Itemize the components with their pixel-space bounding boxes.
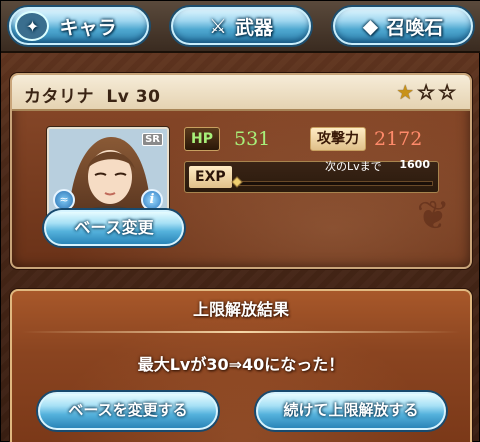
rarity-badge: SR — [142, 133, 163, 146]
ornament-decoration: ❦ — [416, 193, 450, 239]
continue-limit-break-button[interactable]: 続けて上限解放する — [256, 392, 446, 430]
crystal-icon: ◆ — [362, 14, 379, 38]
change-base-button[interactable]: ベース変更 — [44, 210, 184, 246]
nav-weapon-label: 武器 — [234, 16, 273, 39]
character-panel: カタリナ Lv 30 ★ ☆ ☆ SR ≈ i HP 531 攻撃力 2172 … — [10, 73, 472, 269]
character-header: カタリナ Lv 30 ★ ☆ ☆ — [12, 75, 470, 111]
exp-box: EXP 次のLvまで 1600 — [184, 158, 439, 193]
star-empty-icon: ☆ — [438, 80, 457, 104]
nav-summon-button[interactable]: ◆ 召喚石 — [333, 7, 473, 45]
nav-weapon-button[interactable]: ⚔ 武器 — [171, 7, 311, 45]
nav-chara-label: キャラ — [59, 16, 117, 39]
hp-label: HP — [184, 127, 220, 151]
attack-value: 2172 — [374, 128, 423, 150]
limit-break-result-dialog: 上限解放結果 最大Lvが30⇒40になった！ ベースを変更する 続けて上限解放す… — [10, 289, 472, 442]
game-screen: ✦ キャラ ⚔ 武器 ◆ 召喚石 カタリナ Lv 30 ★ ☆ ☆ SR ≈ i… — [0, 0, 480, 442]
nav-chara-button[interactable]: ✦ キャラ — [9, 7, 149, 45]
crossed-swords-icon: ⚔ — [209, 14, 227, 38]
next-level-exp: 1600 — [399, 158, 430, 171]
character-level: Lv 30 — [106, 87, 161, 107]
change-base-action-button[interactable]: ベースを変更する — [38, 392, 218, 430]
rarity-stars: ★ ☆ ☆ — [396, 80, 457, 104]
hp-value: 531 — [234, 128, 271, 150]
dialog-divider — [22, 331, 460, 333]
star-filled-icon: ★ — [396, 80, 415, 104]
next-level-label: 次のLvまで — [325, 160, 382, 173]
star-empty-icon: ☆ — [417, 80, 436, 104]
top-nav: ✦ キャラ ⚔ 武器 ◆ 召喚石 — [1, 1, 480, 53]
nav-summon-label: 召喚石 — [386, 16, 444, 39]
exp-progress-bar — [237, 181, 433, 186]
character-name: カタリナ — [24, 87, 94, 107]
character-name-level: カタリナ Lv 30 — [24, 82, 160, 107]
dialog-message: 最大Lvが30⇒40になった！ — [137, 355, 345, 374]
exp-label: EXP — [189, 166, 232, 188]
stat-row: HP 531 攻撃力 2172 — [184, 125, 461, 153]
attack-label: 攻撃力 — [310, 127, 366, 151]
info-icon[interactable]: i — [141, 189, 163, 211]
character-portrait[interactable]: SR ≈ i — [47, 127, 169, 217]
chara-emblem-icon: ✦ — [15, 11, 50, 41]
water-element-icon: ≈ — [53, 189, 75, 211]
dialog-title: 上限解放結果 — [192, 300, 289, 319]
